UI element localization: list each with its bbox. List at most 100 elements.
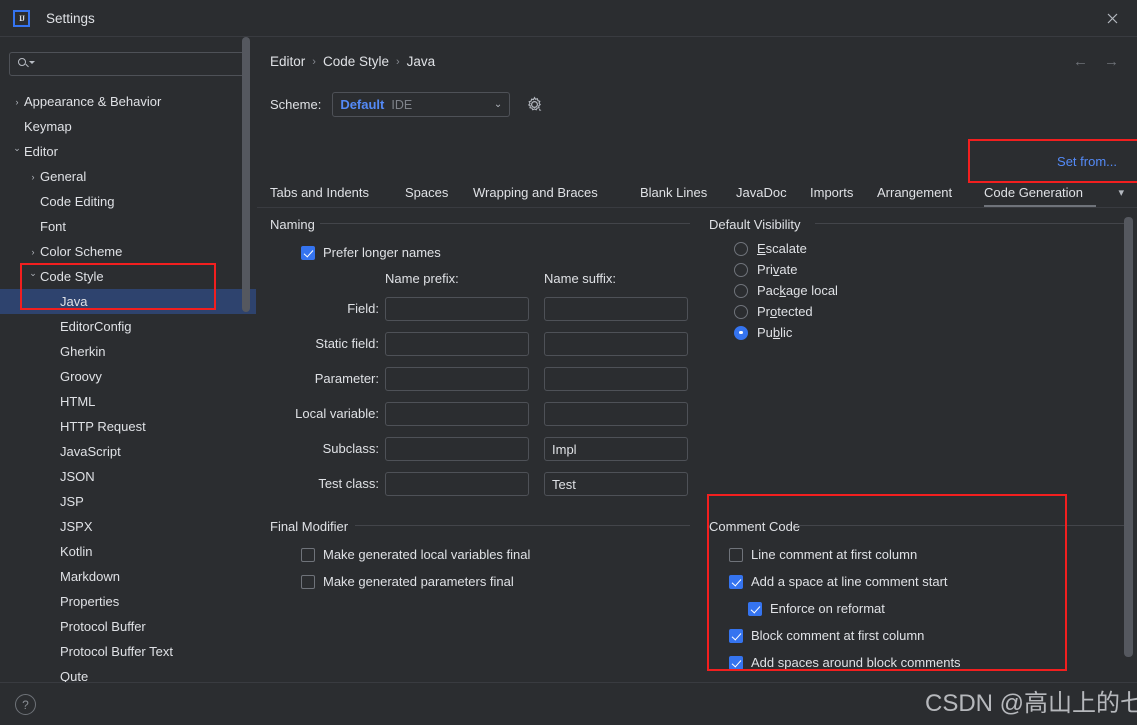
- name-prefix-input[interactable]: [385, 402, 529, 426]
- sidebar-item-label: Kotlin: [60, 544, 93, 559]
- sidebar-item-label: JSP: [60, 494, 84, 509]
- checkbox-icon: [729, 547, 743, 562]
- sidebar-scrollbar-thumb[interactable]: [242, 37, 250, 312]
- search-input[interactable]: [36, 56, 246, 72]
- sidebar-item-jsp[interactable]: JSP: [0, 489, 256, 514]
- sidebar-item-keymap[interactable]: Keymap: [0, 114, 256, 139]
- sidebar-item-label: Markdown: [60, 569, 120, 584]
- sidebar-item-properties[interactable]: Properties: [0, 589, 256, 614]
- sidebar-item-general[interactable]: › General: [0, 164, 256, 189]
- prefer-longer-names-checkbox[interactable]: Prefer longer names: [301, 245, 441, 260]
- name-suffix-input[interactable]: [544, 332, 688, 356]
- visibility-radio-protected[interactable]: Protected: [734, 304, 813, 319]
- tab-arrangement[interactable]: Arrangement: [877, 178, 971, 207]
- sidebar-item-label: Groovy: [60, 369, 102, 384]
- comment-code-group-title: Comment Code: [709, 519, 801, 534]
- sidebar-item-editorconfig[interactable]: EditorConfig: [0, 314, 256, 339]
- comment-code-checkbox-3[interactable]: Block comment at first column: [729, 628, 924, 643]
- tab-tabs-and-indents[interactable]: Tabs and Indents: [270, 178, 392, 207]
- comment-code-checkbox-2[interactable]: Enforce on reformat: [748, 601, 885, 616]
- name-prefix-input[interactable]: [385, 367, 529, 391]
- sidebar-item-label: HTML: [60, 394, 96, 409]
- name-prefix-input[interactable]: [385, 332, 529, 356]
- sidebar-item-appearance-behavior[interactable]: › Appearance & Behavior: [0, 89, 256, 114]
- tab-overflow-chevron-down-icon[interactable]: ▾: [1118, 178, 1124, 207]
- final-modifier-checkbox-0[interactable]: Make generated local variables final: [301, 547, 530, 562]
- naming-row-label: Field:: [347, 301, 379, 316]
- close-icon[interactable]: [1098, 7, 1126, 29]
- naming-group-title: Naming: [270, 217, 315, 232]
- chevron-right-icon[interactable]: ›: [10, 97, 24, 107]
- sidebar-item-label: Keymap: [24, 119, 72, 134]
- tab-label: JavaDoc: [736, 185, 787, 200]
- sidebar-item-javascript[interactable]: JavaScript: [0, 439, 256, 464]
- sidebar-item-editor[interactable]: ⌄ Editor: [0, 139, 256, 164]
- checkbox-icon: [301, 574, 315, 589]
- final-modifier-checkbox-1[interactable]: Make generated parameters final: [301, 574, 514, 589]
- sidebar-item-html[interactable]: HTML: [0, 389, 256, 414]
- visibility-radio-escalate[interactable]: Escalate: [734, 241, 807, 256]
- name-suffix-input[interactable]: [544, 297, 688, 321]
- back-arrow-icon[interactable]: ←: [1073, 53, 1088, 70]
- sidebar-item-http-request[interactable]: HTTP Request: [0, 414, 256, 439]
- name-suffix-input[interactable]: [544, 437, 688, 461]
- chevron-down-icon[interactable]: ⌄: [10, 143, 24, 154]
- checkbox-icon: [729, 628, 743, 643]
- title-bar: IJ Settings: [0, 0, 1137, 36]
- radio-icon: [734, 283, 748, 298]
- radio-icon: [734, 325, 748, 340]
- comment-code-group-rule: [797, 525, 1125, 526]
- sidebar-item-code-editing[interactable]: Code Editing: [0, 189, 256, 214]
- scheme-dropdown[interactable]: Default IDE ⌄: [332, 92, 511, 117]
- sidebar-item-font[interactable]: Font: [0, 214, 256, 239]
- scheme-label: Scheme:: [270, 97, 322, 112]
- name-prefix-input[interactable]: [385, 437, 529, 461]
- sidebar-item-jspx[interactable]: JSPX: [0, 514, 256, 539]
- tab-imports[interactable]: Imports: [810, 178, 864, 207]
- visibility-radio-private[interactable]: Private: [734, 262, 797, 277]
- tab-javadoc[interactable]: JavaDoc: [736, 178, 798, 207]
- chevron-down-icon[interactable]: ⌄: [26, 268, 40, 279]
- comment-code-checkbox-1[interactable]: Add a space at line comment start: [729, 574, 948, 589]
- tab-code-generation[interactable]: Code Generation: [984, 178, 1106, 207]
- sidebar-item-groovy[interactable]: Groovy: [0, 364, 256, 389]
- name-prefix-input[interactable]: [385, 472, 529, 496]
- tab-spaces[interactable]: Spaces: [405, 178, 460, 207]
- comment-code-checkbox-4[interactable]: Add spaces around block comments: [729, 655, 961, 670]
- sidebar-item-code-style[interactable]: ⌄ Code Style: [0, 264, 256, 289]
- breadcrumb: Editor › Code Style › Java: [270, 54, 435, 69]
- comment-code-label: Block comment at first column: [751, 628, 925, 643]
- set-from-link[interactable]: Set from...: [1057, 154, 1117, 169]
- comment-code-label: Add spaces around block comments: [751, 655, 961, 670]
- sidebar-item-kotlin[interactable]: Kotlin: [0, 539, 256, 564]
- visibility-radio-package-local[interactable]: Package local: [734, 283, 838, 298]
- gear-icon[interactable]: [525, 96, 543, 114]
- chevron-right-icon[interactable]: ›: [26, 247, 40, 257]
- sidebar-item-json[interactable]: JSON: [0, 464, 256, 489]
- radio-icon: [734, 241, 748, 256]
- breadcrumb-item-editor[interactable]: Editor: [270, 54, 305, 69]
- breadcrumb-item-java[interactable]: Java: [407, 54, 436, 69]
- tab-blank-lines[interactable]: Blank Lines: [640, 178, 723, 207]
- sidebar-item-java[interactable]: Java: [0, 289, 256, 314]
- sidebar-item-label: Java: [60, 294, 88, 309]
- name-prefix-input[interactable]: [385, 297, 529, 321]
- forward-arrow-icon[interactable]: →: [1104, 53, 1119, 70]
- naming-group-rule: [320, 223, 690, 224]
- help-icon[interactable]: ?: [15, 694, 36, 715]
- name-suffix-input[interactable]: [544, 367, 688, 391]
- sidebar-item-protocol-buffer[interactable]: Protocol Buffer: [0, 614, 256, 639]
- name-suffix-input[interactable]: [544, 472, 688, 496]
- search-box[interactable]: [9, 52, 247, 76]
- breadcrumb-item-code-style[interactable]: Code Style: [323, 54, 389, 69]
- name-suffix-input[interactable]: [544, 402, 688, 426]
- content-scrollbar-thumb[interactable]: [1124, 217, 1133, 657]
- visibility-radio-public[interactable]: Public: [734, 325, 792, 340]
- sidebar-item-gherkin[interactable]: Gherkin: [0, 339, 256, 364]
- sidebar-item-protocol-buffer-text[interactable]: Protocol Buffer Text: [0, 639, 256, 664]
- sidebar-item-markdown[interactable]: Markdown: [0, 564, 256, 589]
- sidebar-item-color-scheme[interactable]: › Color Scheme: [0, 239, 256, 264]
- comment-code-checkbox-0[interactable]: Line comment at first column: [729, 547, 917, 562]
- tab-wrapping-and-braces[interactable]: Wrapping and Braces: [473, 178, 627, 207]
- chevron-right-icon[interactable]: ›: [26, 172, 40, 182]
